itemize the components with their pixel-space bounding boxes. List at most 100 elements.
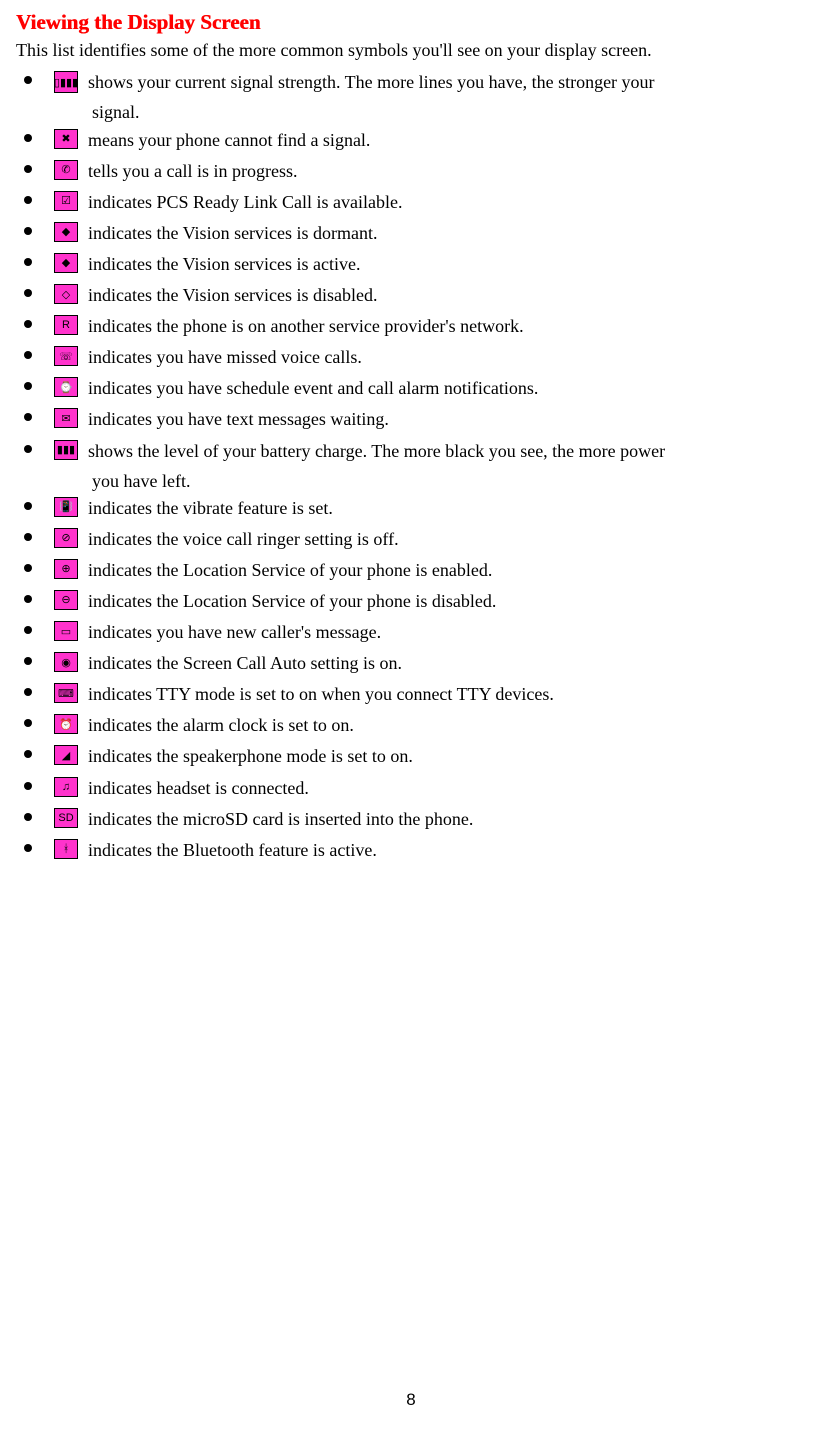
list-item: ◆ indicates the Vision services is dorma… (22, 219, 806, 246)
list-item: ☑ indicates PCS Ready Link Call is avail… (22, 188, 806, 215)
list-item: ♫ indicates headset is connected. (22, 774, 806, 801)
bullet-icon (24, 289, 32, 297)
list-item: ⌚ indicates you have schedule event and … (22, 374, 806, 401)
bullet-icon (24, 657, 32, 665)
bullet-icon (24, 258, 32, 266)
list-item: ⏰ indicates the alarm clock is set to on… (22, 711, 806, 738)
item-text-continuation: signal. (92, 99, 806, 125)
item-text: indicates the Vision services is dormant… (88, 219, 378, 246)
bluetooth-icon: ᚼ (54, 839, 78, 859)
roaming-icon: R (54, 315, 78, 335)
item-text: indicates the Location Service of your p… (88, 587, 496, 614)
bullet-icon (24, 782, 32, 790)
list-item: ⊕ indicates the Location Service of your… (22, 556, 806, 583)
bullet-icon (24, 750, 32, 758)
signal-strength-icon: ▯▮▮▮ (54, 71, 78, 93)
list-item: ▭ indicates you have new caller's messag… (22, 618, 806, 645)
item-text: indicates the microSD card is inserted i… (88, 805, 473, 832)
list-item: ▮▮▮ shows the level of your battery char… (22, 437, 806, 464)
bullet-icon (24, 533, 32, 541)
bullet-icon (24, 134, 32, 142)
alarm-clock-icon: ⏰ (54, 714, 78, 734)
list-item: R indicates the phone is on another serv… (22, 312, 806, 339)
item-text: indicates TTY mode is set to on when you… (88, 680, 554, 707)
bullet-icon (24, 844, 32, 852)
item-text: indicates the Location Service of your p… (88, 556, 492, 583)
list-item: ✆ tells you a call is in progress. (22, 157, 806, 184)
bullet-icon (24, 595, 32, 603)
item-text: indicates the alarm clock is set to on. (88, 711, 354, 738)
list-item: ⊖ indicates the Location Service of your… (22, 587, 806, 614)
item-text: indicates you have text messages waiting… (88, 405, 389, 432)
bullet-icon (24, 413, 32, 421)
item-text: indicates the phone is on another servic… (88, 312, 524, 339)
list-item: ✖ means your phone cannot find a signal. (22, 126, 806, 153)
item-text: indicates headset is connected. (88, 774, 309, 801)
item-text: shows your current signal strength. The … (88, 68, 655, 95)
speakerphone-icon: ◢ (54, 745, 78, 765)
headset-icon: ♫ (54, 777, 78, 797)
list-item: ☏ indicates you have missed voice calls. (22, 343, 806, 370)
item-text: indicates the Bluetooth feature is activ… (88, 836, 377, 863)
bullet-icon (24, 688, 32, 696)
battery-icon: ▮▮▮ (54, 440, 78, 460)
bullet-icon (24, 382, 32, 390)
item-text: indicates you have missed voice calls. (88, 343, 362, 370)
caller-message-icon: ▭ (54, 621, 78, 641)
schedule-alarm-icon: ⌚ (54, 377, 78, 397)
list-item: ◇ indicates the Vision services is disab… (22, 281, 806, 308)
intro-text: This list identifies some of the more co… (16, 39, 806, 62)
list-item: SD indicates the microSD card is inserte… (22, 805, 806, 832)
vision-disabled-icon: ◇ (54, 284, 78, 304)
location-disabled-icon: ⊖ (54, 590, 78, 610)
list-item: ⌨ indicates TTY mode is set to on when y… (22, 680, 806, 707)
item-text: indicates the Screen Call Auto setting i… (88, 649, 402, 676)
section-heading: Viewing the Display Screen (16, 10, 806, 35)
bullet-icon (24, 719, 32, 727)
ringer-off-icon: ⊘ (54, 528, 78, 548)
bullet-icon (24, 196, 32, 204)
vision-dormant-icon: ◆ (54, 222, 78, 242)
item-text: indicates the speakerphone mode is set t… (88, 742, 413, 769)
bullet-icon (24, 165, 32, 173)
bullet-icon (24, 564, 32, 572)
microsd-icon: SD (54, 808, 78, 828)
bullet-icon (24, 502, 32, 510)
list-item: ◆ indicates the Vision services is activ… (22, 250, 806, 277)
no-signal-icon: ✖ (54, 129, 78, 149)
ready-link-icon: ☑ (54, 191, 78, 211)
item-text: indicates you have schedule event and ca… (88, 374, 538, 401)
text-message-icon: ✉ (54, 408, 78, 428)
bullet-icon (24, 626, 32, 634)
item-text: indicates PCS Ready Link Call is availab… (88, 188, 402, 215)
list-item: 📳 indicates the vibrate feature is set. (22, 494, 806, 521)
tty-icon: ⌨ (54, 683, 78, 703)
call-in-progress-icon: ✆ (54, 160, 78, 180)
list-item: ᚼ indicates the Bluetooth feature is act… (22, 836, 806, 863)
missed-calls-icon: ☏ (54, 346, 78, 366)
bullet-icon (24, 445, 32, 453)
item-text: means your phone cannot find a signal. (88, 126, 370, 153)
item-text: indicates the Vision services is active. (88, 250, 361, 277)
item-text: indicates the voice call ringer setting … (88, 525, 399, 552)
bullet-icon (24, 227, 32, 235)
page-number: 8 (0, 1390, 822, 1410)
bullet-icon (24, 351, 32, 359)
item-text: indicates the Vision services is disable… (88, 281, 378, 308)
item-text: indicates the vibrate feature is set. (88, 494, 333, 521)
location-enabled-icon: ⊕ (54, 559, 78, 579)
list-item: ◉ indicates the Screen Call Auto setting… (22, 649, 806, 676)
bullet-icon (24, 320, 32, 328)
list-item: ⊘ indicates the voice call ringer settin… (22, 525, 806, 552)
item-text-continuation: you have left. (92, 468, 806, 494)
list-item: ◢ indicates the speakerphone mode is set… (22, 742, 806, 769)
item-text: shows the level of your battery charge. … (88, 437, 665, 464)
screen-call-auto-icon: ◉ (54, 652, 78, 672)
bullet-icon (24, 76, 32, 84)
symbol-list: ▯▮▮▮ shows your current signal strength.… (16, 68, 806, 862)
vibrate-icon: 📳 (54, 497, 78, 517)
item-text: tells you a call is in progress. (88, 157, 297, 184)
list-item: ▯▮▮▮ shows your current signal strength.… (22, 68, 806, 95)
bullet-icon (24, 813, 32, 821)
vision-active-icon: ◆ (54, 253, 78, 273)
